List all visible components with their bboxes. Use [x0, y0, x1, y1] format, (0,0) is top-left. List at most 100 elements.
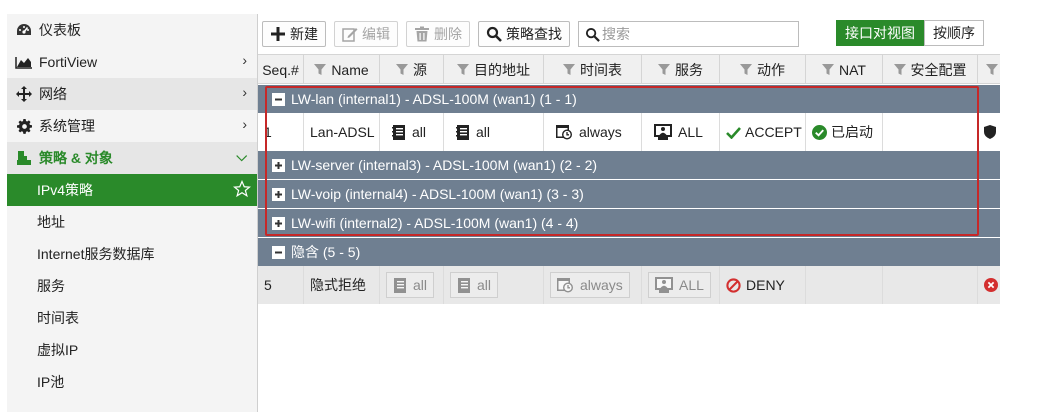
cell-overflow — [978, 266, 1000, 304]
column-header-security-profiles[interactable]: 安全配置 — [883, 55, 978, 84]
edit-icon — [342, 28, 358, 42]
cell-seq: 5 — [258, 266, 304, 304]
expand-icon[interactable] — [272, 216, 285, 230]
check-circle-icon — [812, 124, 827, 140]
sidebar-item-ip-pool[interactable]: IP池 — [7, 366, 257, 398]
group-row-implicit[interactable]: 隐含 (5 - 5) — [258, 238, 1000, 266]
sidebar-item-dashboard[interactable]: 仪表板 — [7, 14, 257, 46]
address-book-icon — [394, 277, 406, 293]
group-label: LW-lan (internal1) - ADSL-100M (wan1) (1… — [291, 91, 577, 107]
policy-lookup-button[interactable]: 策略查找 — [478, 21, 570, 47]
column-header-service[interactable]: 服务 — [642, 55, 720, 84]
group-row-server[interactable]: LW-server (internal3) - ADSL-100M (wan1)… — [258, 151, 1000, 179]
cell-service: ALL — [642, 266, 720, 304]
interface-pair-view-button[interactable]: 接口对视图 — [836, 20, 924, 46]
sidebar-item-policy-objects[interactable]: 策略 & 对象 ⌵ — [7, 142, 257, 174]
sidebar-item-schedules[interactable]: 时间表 — [7, 302, 257, 334]
cell-name: 隐式拒绝 — [304, 266, 380, 304]
search-icon — [585, 27, 600, 42]
sidebar-item-label: 虚拟IP — [37, 342, 79, 358]
sidebar-item-network[interactable]: 网络 › — [7, 78, 257, 110]
service-icon — [655, 277, 673, 293]
table-row[interactable]: 5 隐式拒绝 all all always ALL DENY — [258, 266, 1000, 304]
filter-icon — [314, 63, 327, 75]
search-input[interactable] — [602, 26, 782, 42]
cell-overflow — [978, 113, 1000, 151]
group-row-voip[interactable]: LW-voip (internal4) - ADSL-100M (wan1) (… — [258, 180, 1000, 208]
schedule-chip[interactable]: always — [550, 119, 628, 145]
sidebar-item-label: 时间表 — [37, 310, 79, 326]
sidebar-item-label: 服务 — [37, 278, 65, 294]
calendar-clock-icon — [556, 125, 572, 140]
sidebar-item-virtual-ip[interactable]: 虚拟IP — [7, 334, 257, 366]
filter-icon — [822, 63, 835, 75]
filter-icon — [457, 63, 469, 75]
column-header-nat[interactable]: NAT — [806, 55, 883, 84]
address-chip[interactable]: all — [386, 272, 435, 298]
collapse-icon[interactable] — [272, 245, 285, 259]
sidebar-item-address[interactable]: 地址 — [7, 206, 257, 238]
group-row-lan[interactable]: LW-lan (internal1) - ADSL-100M (wan1) (1… — [258, 85, 1000, 113]
expand-icon[interactable] — [272, 158, 285, 172]
cell-schedule: always — [544, 113, 642, 151]
cell-seq: 1 — [258, 113, 304, 151]
address-chip[interactable]: all — [450, 272, 499, 298]
sidebar-item-fortiview[interactable]: FortiView › — [7, 46, 257, 78]
policy-icon — [15, 149, 33, 167]
policy-lookup-label: 策略查找 — [506, 26, 562, 42]
cell-nat: 已启动 — [806, 113, 883, 151]
column-header-destination[interactable]: 目的地址 — [444, 55, 544, 84]
move-icon — [15, 85, 33, 103]
sidebar-item-label: IPv4策略 — [37, 182, 94, 198]
chevron-right-icon: › — [242, 52, 247, 68]
address-book-icon — [392, 124, 405, 140]
column-header-schedule[interactable]: 时间表 — [544, 55, 642, 84]
chevron-right-icon: › — [242, 84, 247, 100]
sidebar-item-ipv4-policy[interactable]: IPv4策略 — [7, 174, 257, 206]
column-header-seq[interactable]: Seq.# — [258, 55, 304, 84]
trash-icon — [415, 26, 429, 42]
column-header-action[interactable]: 动作 — [720, 55, 806, 84]
collapse-icon[interactable] — [272, 92, 285, 106]
new-button-label: 新建 — [290, 26, 318, 42]
column-header-name[interactable]: Name — [304, 55, 380, 84]
expand-icon[interactable] — [272, 187, 285, 201]
cell-destination: all — [444, 113, 544, 151]
dashboard-icon — [15, 21, 33, 39]
shield-icon — [984, 125, 996, 139]
address-book-icon — [458, 277, 470, 293]
table-row[interactable]: 1 Lan-ADSL all all always ALL ACCEPT 已启动 — [258, 113, 1000, 151]
sidebar-item-system[interactable]: 系统管理 › — [7, 110, 257, 142]
address-chip[interactable]: all — [386, 119, 432, 145]
address-chip[interactable]: all — [450, 119, 496, 145]
sidebar-item-internet-service-db[interactable]: Internet服务数据库 — [7, 238, 257, 270]
edit-button[interactable]: 编辑 — [334, 21, 398, 47]
sidebar-item-services[interactable]: 服务 — [7, 270, 257, 302]
filter-icon — [986, 63, 998, 75]
gear-icon — [15, 117, 33, 135]
service-chip[interactable]: ALL — [648, 272, 711, 298]
schedule-chip[interactable]: always — [550, 272, 630, 298]
cell-name: Lan-ADSL — [304, 113, 380, 151]
column-header-source[interactable]: 源 — [380, 55, 444, 84]
filter-icon — [893, 63, 906, 75]
filter-icon — [396, 63, 408, 75]
group-row-wifi[interactable]: LW-wifi (internal2) - ADSL-100M (wan1) (… — [258, 209, 1000, 237]
group-label: 隐含 (5 - 5) — [291, 244, 361, 260]
sidebar: 仪表板 FortiView › 网络 › 系统管理 › 策略 & 对象 ⌵ IP… — [7, 14, 258, 412]
service-chip[interactable]: ALL — [648, 119, 709, 145]
group-label: LW-server (internal3) - ADSL-100M (wan1)… — [291, 157, 598, 173]
star-icon[interactable] — [232, 179, 252, 201]
cell-action: ACCEPT — [720, 113, 806, 151]
new-button[interactable]: 新建 — [262, 21, 326, 47]
column-header-overflow[interactable] — [978, 55, 1000, 84]
view-toggle: 接口对视图 按顺序 — [836, 20, 984, 46]
by-sequence-view-button[interactable]: 按顺序 — [924, 20, 984, 46]
policy-table: Seq.# Name 源 目的地址 时间表 服务 动作 NAT 安全配置 LW-… — [258, 54, 1000, 308]
sidebar-item-label: 地址 — [37, 214, 65, 230]
cell-action: DENY — [720, 266, 806, 304]
cell-nat — [806, 266, 883, 304]
chart-icon — [15, 53, 33, 71]
cell-service: ALL — [642, 113, 720, 151]
delete-button[interactable]: 删除 — [406, 21, 470, 47]
